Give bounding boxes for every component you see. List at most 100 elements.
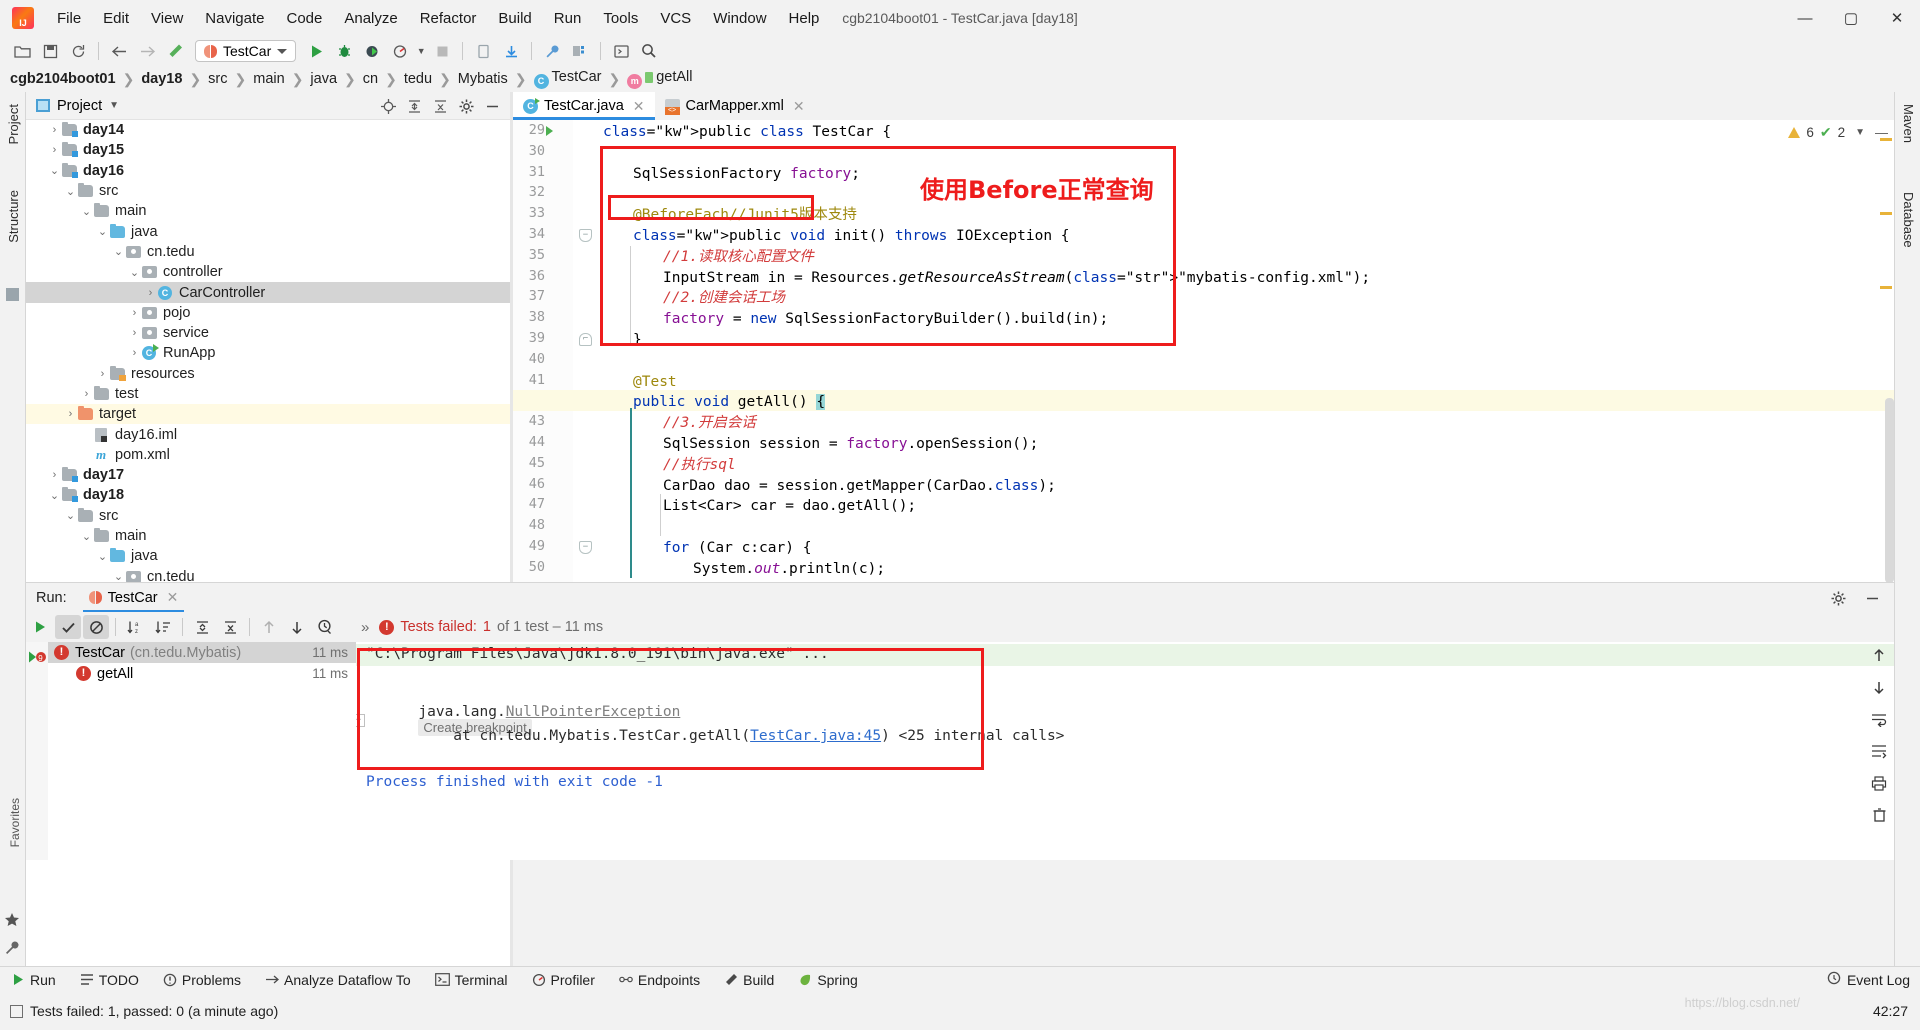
chevron-right-icon[interactable]: › (96, 368, 109, 380)
tool-window-button-todo[interactable]: TODO (68, 967, 151, 993)
run-configuration-selector[interactable]: TestCar (195, 40, 297, 62)
tree-item-test[interactable]: › test (26, 384, 510, 404)
chevron-right-icon[interactable]: › (128, 307, 141, 319)
breadcrumb-item-cgb2104boot01[interactable]: cgb2104boot01 (10, 71, 116, 87)
device-manager-icon[interactable] (470, 39, 496, 63)
tree-item-cn-tedu[interactable]: ⌄ cn.tedu (26, 242, 510, 262)
fold-icon[interactable]: + (356, 714, 365, 727)
tree-item-day14[interactable]: › day14 (26, 120, 510, 140)
editor-tab-testcar-java[interactable]: C TestCar.java ✕ (513, 92, 655, 120)
tree-item-main[interactable]: ⌄ main (26, 201, 510, 221)
close-icon[interactable]: ✕ (633, 98, 645, 115)
menu-item-file[interactable]: File (46, 6, 92, 31)
chevron-down-icon[interactable]: ⌄ (48, 489, 61, 502)
close-button[interactable]: ✕ (1874, 0, 1920, 36)
menu-item-edit[interactable]: Edit (92, 6, 140, 31)
menu-item-analyze[interactable]: Analyze (333, 6, 408, 31)
rerun-failed-icon[interactable]: 9 (28, 650, 47, 670)
tool-button-maven[interactable]: Maven (1897, 98, 1920, 149)
menu-item-code[interactable]: Code (275, 6, 333, 31)
chevron-down-icon[interactable]: ⌄ (96, 225, 109, 238)
forward-arrow-icon[interactable] (134, 39, 160, 63)
chevron-right-icon[interactable]: › (48, 144, 61, 156)
tool-window-button-endpoints[interactable]: Endpoints (607, 967, 712, 993)
soft-wrap-icon[interactable] (1868, 708, 1890, 730)
chevron-down-icon[interactable]: ⌄ (80, 530, 93, 543)
settings-gear-icon[interactable] (1825, 586, 1851, 610)
toolbar-overflow[interactable]: » (361, 619, 369, 636)
tool-button-project[interactable]: Project (2, 98, 25, 150)
code-fold-icon[interactable]: ⌐ (579, 333, 592, 346)
show-ignored-icon[interactable] (83, 615, 109, 639)
scroll-up-icon[interactable] (1868, 644, 1890, 666)
menu-item-vcs[interactable]: VCS (649, 6, 702, 31)
update-project-icon[interactable] (498, 39, 524, 63)
rerun-icon[interactable] (27, 615, 53, 639)
breadcrumb-item-mybatis[interactable]: Mybatis (458, 71, 508, 87)
tree-item-java[interactable]: ⌄ java (26, 546, 510, 566)
search-everywhere-icon[interactable] (636, 39, 662, 63)
editor-gutter[interactable]: 293031323334−3536373839⌐404142−434445464… (513, 120, 592, 582)
test-results-tree[interactable]: ⌄!TestCar(cn.tedu.Mybatis)11 ms!getAll11… (26, 642, 356, 860)
menu-item-tools[interactable]: Tools (592, 6, 649, 31)
test-history-icon[interactable] (312, 615, 338, 639)
run-anything-icon[interactable] (608, 39, 634, 63)
menu-item-view[interactable]: View (140, 6, 194, 31)
minimize-button[interactable]: — (1782, 0, 1828, 36)
chevron-right-icon[interactable]: › (128, 347, 141, 359)
inspection-status[interactable]: 6 ✔ 2 ▼ — (1788, 124, 1888, 141)
collapse-all-icon[interactable] (429, 95, 451, 117)
tree-item-controller[interactable]: ⌄ controller (26, 262, 510, 282)
editor-scrollbar[interactable] (1885, 398, 1894, 583)
editor-tab-carmapper-xml[interactable]: CarMapper.xml ✕ (654, 92, 815, 120)
chevron-right-icon[interactable]: › (144, 287, 157, 299)
marker-warning-2[interactable] (1880, 212, 1892, 215)
tree-item-pom-xml[interactable]: m pom.xml (26, 445, 510, 465)
sync-icon[interactable] (65, 39, 91, 63)
run-with-coverage-icon[interactable] (359, 39, 385, 63)
tree-item-carcontroller[interactable]: › C CarController (26, 282, 510, 303)
tree-item-pojo[interactable]: › pojo (26, 303, 510, 323)
tree-item-resources[interactable]: › resources (26, 364, 510, 384)
close-icon[interactable]: ✕ (167, 589, 179, 606)
back-arrow-icon[interactable] (106, 39, 132, 63)
tree-item-day17[interactable]: › day17 (26, 465, 510, 485)
breadcrumb-item-getall[interactable]: m getAll (627, 69, 692, 89)
structure-icon[interactable] (6, 288, 19, 301)
console-output[interactable]: "C:\Program Files\Java\jdk1.8.0_191\bin\… (356, 642, 1894, 860)
tool-button-database[interactable]: Database (1897, 186, 1920, 254)
chevron-right-icon[interactable]: › (80, 388, 93, 400)
menu-item-window[interactable]: Window (702, 6, 777, 31)
chevron-right-icon[interactable]: › (128, 327, 141, 339)
tool-window-button-problems[interactable]: Problems (151, 967, 253, 993)
breadcrumb-item-main[interactable]: main (253, 71, 284, 87)
run-tab-testcar[interactable]: TestCar ✕ (79, 583, 189, 613)
tree-item-java[interactable]: ⌄ java (26, 221, 510, 241)
debug-icon[interactable] (331, 39, 357, 63)
breadcrumb-item-day18[interactable]: day18 (141, 71, 182, 87)
save-icon[interactable] (37, 39, 63, 63)
menu-item-navigate[interactable]: Navigate (194, 6, 275, 31)
open-folder-icon[interactable] (9, 39, 35, 63)
chevron-down-icon[interactable]: ⌄ (48, 164, 61, 177)
tree-item-main[interactable]: ⌄ main (26, 526, 510, 546)
tree-item-service[interactable]: › service (26, 323, 510, 343)
chevron-down-icon[interactable]: ▼ (109, 100, 119, 111)
tree-item-target[interactable]: › target (26, 404, 510, 425)
chevron-right-icon[interactable]: › (48, 469, 61, 481)
show-passed-icon[interactable] (55, 615, 81, 639)
menu-item-run[interactable]: Run (543, 6, 593, 31)
scroll-down-icon[interactable] (1868, 676, 1890, 698)
stack-file-link[interactable]: TestCar.java:45 (750, 728, 881, 744)
expand-all-icon[interactable] (403, 95, 425, 117)
tool-window-button-spring[interactable]: Spring (786, 967, 869, 993)
test-row-getall[interactable]: ! getAll 11 ms (26, 663, 356, 684)
tool-window-button-build[interactable]: Build (712, 967, 786, 993)
star-icon[interactable] (4, 912, 20, 932)
chevron-down-icon[interactable]: ⌄ (112, 245, 125, 258)
tree-item-runapp[interactable]: › C RunApp (26, 343, 510, 363)
locate-icon[interactable] (377, 95, 399, 117)
tree-item-day18[interactable]: ⌄ day18 (26, 485, 510, 505)
breadcrumb-item-tedu[interactable]: tedu (404, 71, 432, 87)
tree-item-day16[interactable]: ⌄ day16 (26, 161, 510, 181)
